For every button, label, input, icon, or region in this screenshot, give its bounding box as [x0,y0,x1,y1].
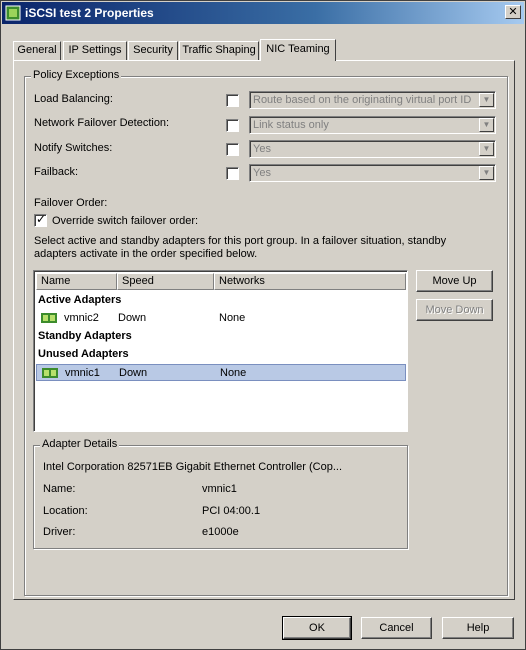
failover-detection-label: Network Failover Detection: [34,117,170,129]
tab-traffic-shaping[interactable]: Traffic Shaping [179,41,259,60]
move-down-button[interactable]: Move Down [416,299,493,321]
close-button[interactable]: ✕ [505,5,521,19]
nic-teaming-panel: Policy Exceptions Load Balancing: Route … [13,60,515,600]
adapter-speed: Down [119,367,148,379]
failback-value: Yes [253,167,271,179]
chevron-down-icon: ▼ [479,93,494,107]
cancel-button[interactable]: Cancel [361,617,432,639]
tab-ip-settings[interactable]: IP Settings [63,41,127,60]
adapter-name: vmnic1 [65,367,100,379]
adapter-row-selected[interactable]: vmnic1 Down None [36,364,406,381]
failover-detection-value: Link status only [253,119,329,131]
active-adapters-header: Active Adapters [38,294,122,306]
adapter-speed: Down [118,312,147,324]
adapter-networks: None [219,312,246,324]
unused-adapters-header: Unused Adapters [38,348,129,360]
chevron-down-icon: ▼ [479,166,494,180]
checkmark-icon: ✓ [36,212,47,226]
failback-label: Failback: [34,166,79,178]
failover-detection-checkbox[interactable] [226,119,239,132]
load-balancing-checkbox[interactable] [226,94,239,107]
adapter-driver-label: Driver: [43,526,76,538]
failover-description-line1: Select active and standby adapters for t… [34,235,447,247]
adapter-networks: None [220,367,247,379]
column-header-name[interactable]: Name [36,273,117,290]
policy-exceptions-title: Policy Exceptions [31,69,122,81]
properties-dialog: iSCSI test 2 Properties ✕ General IP Set… [0,0,526,650]
standby-adapters-header: Standby Adapters [38,330,132,342]
window-title: iSCSI test 2 Properties [25,6,154,20]
notify-switches-checkbox[interactable] [226,143,239,156]
load-balancing-label: Load Balancing: [34,93,113,105]
failback-select[interactable]: Yes ▼ [249,164,496,182]
load-balancing-select[interactable]: Route based on the originating virtual p… [249,91,496,109]
ok-button[interactable]: OK [282,616,352,640]
notify-switches-value: Yes [253,143,271,155]
adapter-location-label: Location: [43,505,88,517]
network-adapter-icon [41,313,57,323]
failback-checkbox[interactable] [226,167,239,180]
notify-switches-select[interactable]: Yes ▼ [249,140,496,158]
override-order-label: Override switch failover order: [52,215,199,227]
move-up-button[interactable]: Move Up [416,270,493,292]
adapter-name: vmnic2 [64,312,99,324]
chevron-down-icon: ▼ [479,118,494,132]
adapter-driver-value: e1000e [202,526,239,538]
network-adapter-icon [42,368,58,378]
column-header-networks[interactable]: Networks [214,273,406,290]
title-bar[interactable]: iSCSI test 2 Properties ✕ [2,2,524,24]
notify-switches-label: Notify Switches: [34,142,113,154]
tab-security[interactable]: Security [128,41,178,60]
adapter-row[interactable]: vmnic2 Down None [36,310,406,327]
policy-exceptions-group: Policy Exceptions Load Balancing: Route … [24,69,508,596]
failover-description-line2: adapters activate in the order specified… [34,248,258,260]
adapter-list[interactable]: Name Speed Networks Active Adapters vmni… [33,270,408,432]
help-button[interactable]: Help [442,617,514,639]
tab-nic-teaming[interactable]: NIC Teaming [260,39,336,61]
load-balancing-value: Route based on the originating virtual p… [253,94,472,106]
adapter-description: Intel Corporation 82571EB Gigabit Ethern… [43,461,342,473]
adapter-name-label: Name: [43,483,76,495]
adapter-details-title: Adapter Details [40,438,120,450]
override-order-checkbox[interactable]: ✓ [34,212,47,227]
adapter-name-value: vmnic1 [202,483,237,495]
tab-general[interactable]: General [13,41,61,60]
failover-order-label: Failover Order: [34,197,108,209]
adapter-location-value: PCI 04:00.1 [202,505,261,517]
adapter-details-group: Adapter Details Intel Corporation 82571E… [33,438,408,549]
column-header-speed[interactable]: Speed [117,273,214,290]
failover-detection-select[interactable]: Link status only ▼ [249,116,496,134]
portgroup-icon [5,5,21,21]
chevron-down-icon: ▼ [479,142,494,156]
